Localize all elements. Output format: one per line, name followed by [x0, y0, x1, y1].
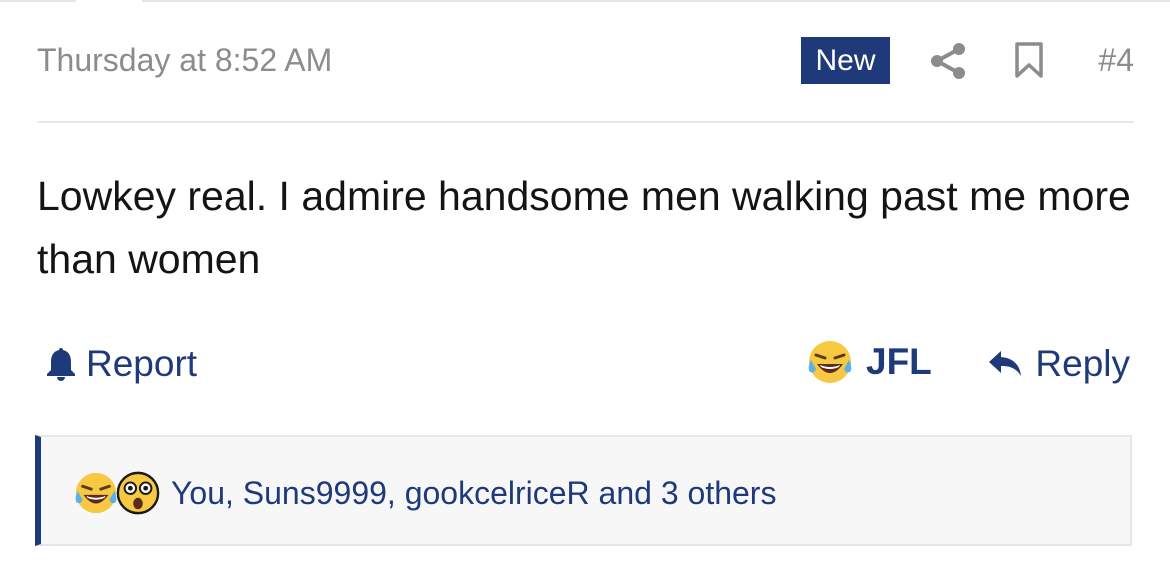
reaction-users-link[interactable]: You, Suns9999, gookcelriceR and 3 others — [171, 473, 776, 513]
report-label: Report — [86, 343, 198, 384]
header-divider — [37, 121, 1134, 123]
top-border-gap — [76, 0, 142, 2]
top-border — [0, 0, 1170, 2]
jfl-reaction-button[interactable]: JFL — [806, 338, 932, 386]
bell-icon — [47, 348, 75, 381]
new-badge: New — [801, 37, 890, 84]
post-actions: Report JFL Reply — [37, 336, 1134, 392]
reply-arrow-icon — [989, 351, 1022, 376]
laughing-crying-emoji-icon — [808, 341, 852, 383]
bookmark-icon[interactable] — [1014, 41, 1044, 79]
reactions-summary-bar[interactable]: You, Suns9999, gookcelriceR and 3 others — [35, 435, 1132, 546]
laughing-crying-emoji-icon — [75, 472, 117, 514]
reactions-summary: You, Suns9999, gookcelriceR and 3 others — [73, 470, 776, 516]
reply-button[interactable]: Reply — [987, 342, 1130, 386]
post-header: Thursday at 8:52 AM New #4 — [37, 34, 1134, 88]
post-number-link[interactable]: #4 — [1098, 40, 1134, 80]
post-message: Lowkey real. I admire handsome men walki… — [37, 173, 1131, 282]
share-icon[interactable] — [929, 42, 967, 80]
jfl-label: JFL — [866, 341, 932, 382]
reply-label: Reply — [1035, 343, 1130, 384]
post-timestamp[interactable]: Thursday at 8:52 AM — [37, 40, 332, 80]
astonished-emoji-icon — [116, 471, 160, 515]
forum-post: Thursday at 8:52 AM New #4 Lowkey real. … — [0, 0, 1170, 577]
report-button[interactable]: Report — [46, 342, 197, 386]
